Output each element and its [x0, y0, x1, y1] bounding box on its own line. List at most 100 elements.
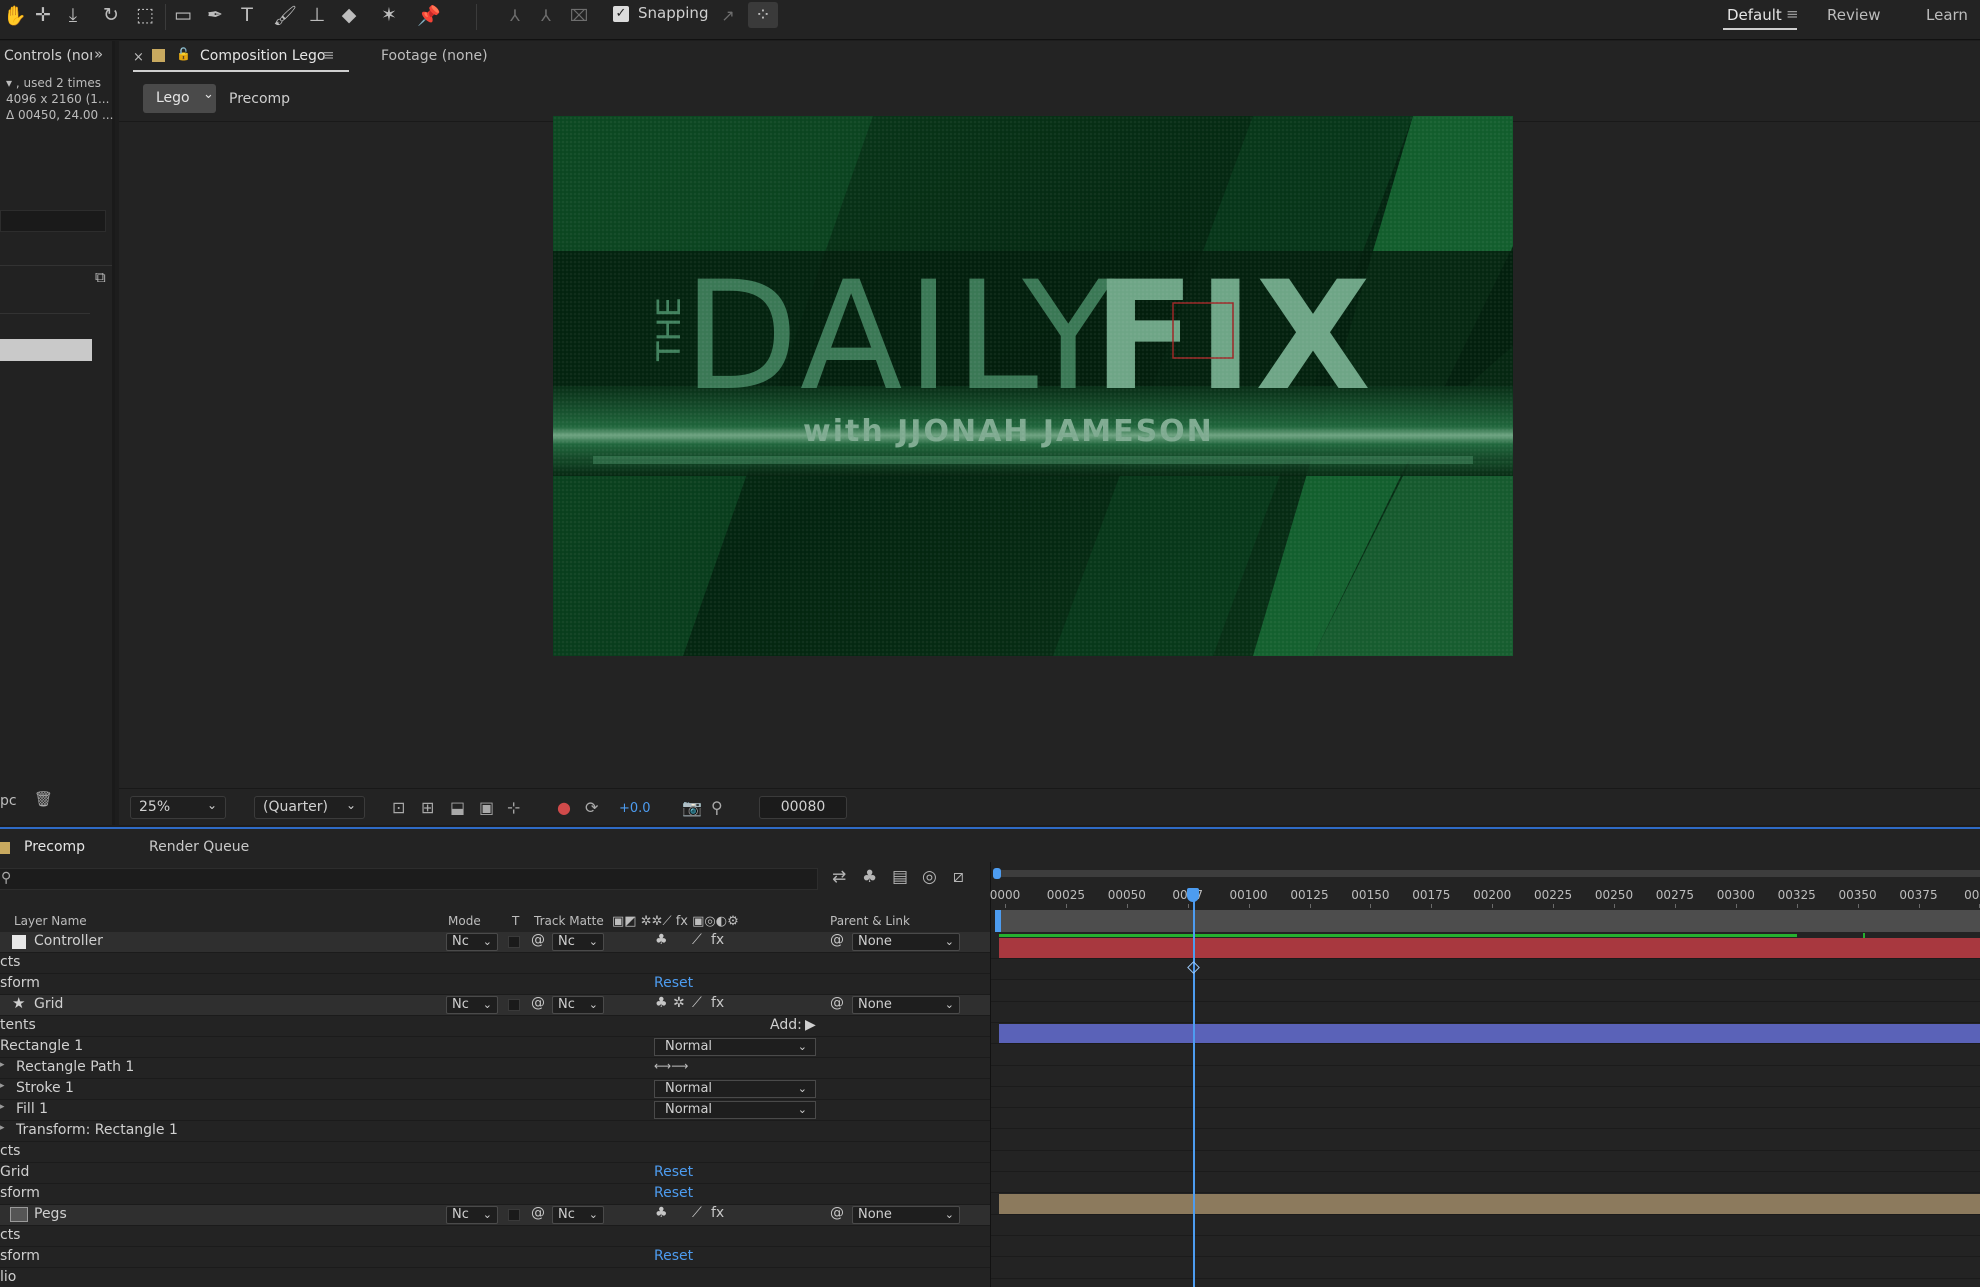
- snap-feature-icon[interactable]: ⁘: [748, 2, 778, 28]
- quality-switch-icon[interactable]: ⟋: [692, 1205, 702, 1221]
- workspace-menu-icon[interactable]: ≡: [1786, 5, 1799, 23]
- layer-search-input[interactable]: ⚲: [0, 868, 818, 890]
- move-icon[interactable]: ✛: [28, 2, 58, 28]
- quality-switch-icon[interactable]: ⟋: [692, 995, 702, 1011]
- pen-icon[interactable]: ✒: [200, 2, 230, 28]
- expand-triangle-icon[interactable]: ▸: [0, 1060, 5, 1070]
- mode-header[interactable]: Mode: [448, 914, 481, 928]
- path-direction-icon[interactable]: ⟷⟶: [654, 1059, 688, 1073]
- orbit-icon[interactable]: ⬚: [130, 2, 160, 28]
- property-row[interactable]: Rectangle 1 Normal ⌄: [0, 1037, 990, 1058]
- layer-row-grid[interactable]: ★ Grid Nc ⌄ @ Nc ⌄ ♣ ✲ ⟋ fx @ None ⌄: [0, 994, 990, 1016]
- reset-link[interactable]: Reset: [654, 1248, 693, 1264]
- property-row[interactable]: sform Reset: [0, 974, 990, 995]
- magnification-dropdown[interactable]: 25% ⌄: [130, 796, 226, 819]
- layer-bar-grid[interactable]: [999, 1024, 1980, 1044]
- snapshot-icon[interactable]: 📷: [682, 798, 702, 817]
- type-icon[interactable]: T: [232, 2, 262, 28]
- eraser-icon[interactable]: ◆: [334, 2, 364, 28]
- reset-link[interactable]: Reset: [654, 1185, 693, 1201]
- parent-pickwhip-icon[interactable]: @: [830, 932, 844, 948]
- parent-dropdown[interactable]: None ⌄: [852, 996, 960, 1014]
- preserve-transparency-checkbox[interactable]: [508, 1209, 520, 1221]
- property-row[interactable]: tents Add: ▶: [0, 1016, 990, 1037]
- composition-flowchart-icon[interactable]: ⇄: [832, 867, 846, 887]
- mode-dropdown[interactable]: Nc ⌄: [446, 1206, 498, 1224]
- flowchart-icon[interactable]: ⧉: [95, 268, 106, 286]
- property-row[interactable]: ▸ Transform: Rectangle 1: [0, 1121, 990, 1142]
- parent-pickwhip-icon[interactable]: @: [830, 1205, 844, 1221]
- preserve-transparency-checkbox[interactable]: [508, 999, 520, 1011]
- effects-switch-icon[interactable]: fx: [711, 1205, 724, 1221]
- effects-switch-icon[interactable]: fx: [711, 995, 724, 1011]
- property-row[interactable]: cts: [0, 1142, 990, 1163]
- tab-precomp[interactable]: Precomp: [24, 839, 85, 855]
- pickwhip-icon[interactable]: @: [531, 995, 545, 1011]
- shy-switch-icon[interactable]: ♣: [655, 932, 668, 948]
- effects-switch-icon[interactable]: fx: [711, 932, 724, 948]
- rotate-icon[interactable]: ↻: [96, 2, 126, 28]
- shy-layers-icon[interactable]: ♣: [862, 867, 877, 887]
- property-row[interactable]: cts: [0, 1226, 990, 1247]
- time-navigator[interactable]: [994, 870, 1980, 877]
- motion-blur-icon[interactable]: ◎: [922, 867, 937, 887]
- parent-dropdown[interactable]: None ⌄: [852, 1206, 960, 1224]
- puppet-pin-icon[interactable]: 📌: [414, 2, 444, 28]
- rectangle-icon[interactable]: ▭: [168, 2, 198, 28]
- preserve-transparency-header[interactable]: T: [512, 914, 519, 928]
- property-row[interactable]: sform Reset: [0, 1184, 990, 1205]
- show-snapshot-icon[interactable]: ⚲: [711, 798, 723, 817]
- property-row[interactable]: cts: [0, 953, 990, 974]
- bpc-label[interactable]: pc: [0, 793, 17, 809]
- mode-dropdown[interactable]: Nc ⌄: [446, 933, 498, 951]
- panel-title[interactable]: Controls (none: [4, 48, 92, 64]
- reset-exposure-icon[interactable]: ⟳: [585, 798, 598, 817]
- workspace-review-tab[interactable]: Review: [1827, 6, 1881, 24]
- anchor-icon[interactable]: ⤓: [58, 2, 88, 28]
- shy-switch-icon[interactable]: ♣: [655, 1205, 668, 1221]
- workspace-learn-tab[interactable]: Learn: [1926, 6, 1968, 24]
- lock-icon[interactable]: 🔓: [176, 47, 191, 61]
- track-matte-dropdown[interactable]: Nc ⌄: [552, 996, 604, 1014]
- current-time-field[interactable]: 00080: [759, 796, 847, 819]
- region-of-interest-icon[interactable]: ▣: [479, 798, 494, 817]
- mask-visibility-icon[interactable]: ⬓: [450, 798, 465, 817]
- add-content-icon[interactable]: ▶: [805, 1017, 816, 1033]
- trash-icon[interactable]: 🗑: [34, 790, 53, 808]
- pickwhip-icon[interactable]: @: [531, 932, 545, 948]
- blend-mode-dropdown[interactable]: Normal ⌄: [654, 1038, 816, 1056]
- fast-previews-icon[interactable]: ⊡: [392, 798, 405, 817]
- track-matte-header[interactable]: Track Matte: [534, 914, 604, 928]
- quality-switch-icon[interactable]: ⟋: [692, 932, 702, 948]
- property-row[interactable]: Grid Reset: [0, 1163, 990, 1184]
- layer-bar-pegs[interactable]: [999, 1194, 1980, 1214]
- time-ruler[interactable]: 0000000250005000070010000125001500017500…: [990, 880, 1980, 908]
- track-matte-dropdown[interactable]: Nc ⌄: [552, 1206, 604, 1224]
- tab-footage[interactable]: Footage (none): [381, 48, 488, 64]
- brush-icon[interactable]: 🖌: [270, 2, 300, 28]
- property-row[interactable]: sform Reset: [0, 1247, 990, 1268]
- work-area-bar[interactable]: [995, 910, 1980, 932]
- clone-stamp-icon[interactable]: ⊥: [302, 2, 332, 28]
- tab-render-queue[interactable]: Render Queue: [149, 839, 249, 855]
- resolution-dropdown[interactable]: (Quarter) ⌄: [254, 796, 365, 819]
- property-row[interactable]: ▸ Fill 1 Normal ⌄: [0, 1100, 990, 1121]
- workspace-default-tab[interactable]: Default: [1727, 6, 1782, 24]
- blend-mode-dropdown[interactable]: Normal ⌄: [654, 1080, 816, 1098]
- guides-icon[interactable]: ⊹: [507, 798, 520, 817]
- panel-overflow-icon[interactable]: »: [94, 45, 103, 63]
- shy-switch-icon[interactable]: ♣: [655, 995, 668, 1011]
- layer-row-controller[interactable]: Controller Nc ⌄ @ Nc ⌄ ♣ ⟋ fx @ None ⌄: [0, 932, 990, 953]
- tab-composition[interactable]: Composition Lego: [200, 48, 326, 64]
- reset-link[interactable]: Reset: [654, 975, 693, 991]
- composition-viewer[interactable]: DAILY FIX THE with JJONAH JAMESON: [553, 116, 1513, 656]
- parent-pickwhip-icon[interactable]: @: [830, 995, 844, 1011]
- layer-bar-controller[interactable]: [999, 938, 1980, 958]
- layer-name-header[interactable]: Layer Name: [14, 914, 87, 928]
- breadcrumb-precomp[interactable]: Precomp: [229, 91, 290, 107]
- property-row[interactable]: ▸ Stroke 1 Normal ⌄: [0, 1079, 990, 1100]
- parent-dropdown[interactable]: None ⌄: [852, 933, 960, 951]
- breadcrumb-lego-button[interactable]: Lego ⌄: [143, 84, 216, 113]
- frame-blending-icon[interactable]: ▤: [892, 867, 908, 887]
- close-icon[interactable]: ×: [133, 50, 144, 65]
